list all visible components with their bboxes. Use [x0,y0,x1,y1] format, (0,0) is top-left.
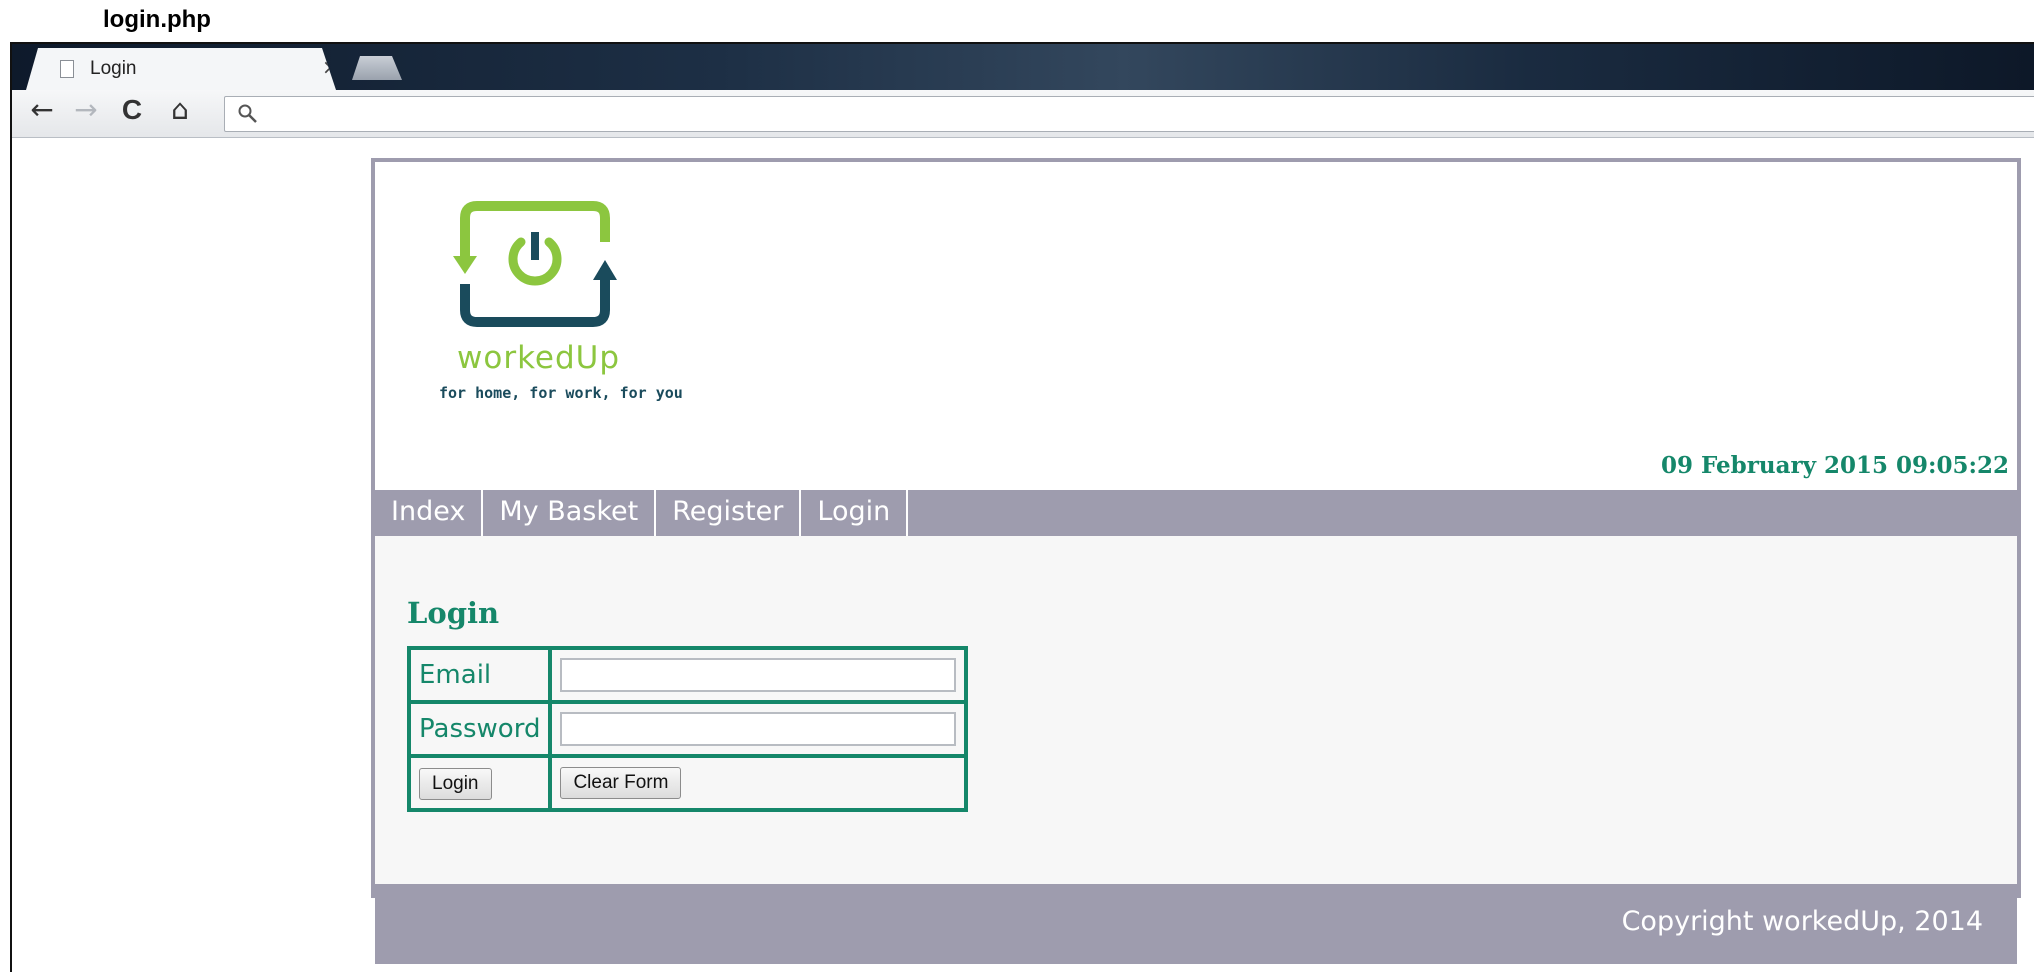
home-icon[interactable]: ⌂ [164,94,196,126]
search-icon [238,104,257,123]
password-row: Password [406,700,969,758]
address-bar[interactable] [224,96,2034,132]
power-cycle-icon [453,201,617,327]
clear-form-button[interactable]: Clear Form [560,767,682,799]
buttons-row: Login Clear Form [406,754,969,812]
content-area: Login Email Password Login Clear Form [375,536,2017,884]
page-viewport: workedUp for home, for work, for you 09 … [12,138,2034,972]
password-field[interactable] [560,712,957,746]
password-label: Password [406,700,553,758]
brand-tagline: for home, for work, for you [439,384,683,402]
browser-window: Login × ← → C ⌂ workedUp for home, for w… [10,42,2034,972]
login-button[interactable]: Login [419,768,492,800]
brand-name: workedUp [457,340,621,376]
site-container: workedUp for home, for work, for you 09 … [371,158,2021,964]
email-row: Email [406,646,969,704]
email-label: Email [406,646,553,704]
nav-item-my-basket[interactable]: My Basket [483,490,657,536]
footer: Copyright workedUp, 2014 [375,884,2017,964]
email-field[interactable] [560,658,957,692]
nav-item-login[interactable]: Login [801,490,909,536]
page-caption: login.php [103,6,211,33]
login-form: Email Password Login Clear Form [406,646,969,812]
new-tab-button[interactable] [352,56,402,80]
nav-item-register[interactable]: Register [656,490,802,536]
main-nav: Index My Basket Register Login [375,490,2017,536]
copyright-text: Copyright workedUp, 2014 [1621,906,1983,937]
login-heading: Login [407,596,500,630]
logo: workedUp for home, for work, for you [435,198,695,408]
nav-item-index[interactable]: Index [375,490,484,536]
back-icon[interactable]: ← [26,94,58,126]
tab-title: Login [90,58,137,79]
forward-icon[interactable]: → [70,94,102,126]
current-datetime: 09 February 2015 09:05:22 [1660,452,2009,479]
document-icon [60,60,74,78]
tab-strip: Login × [12,44,2034,90]
reload-icon[interactable]: C [116,94,148,126]
browser-tab[interactable]: Login × [26,48,336,90]
close-icon[interactable]: × [322,56,336,78]
